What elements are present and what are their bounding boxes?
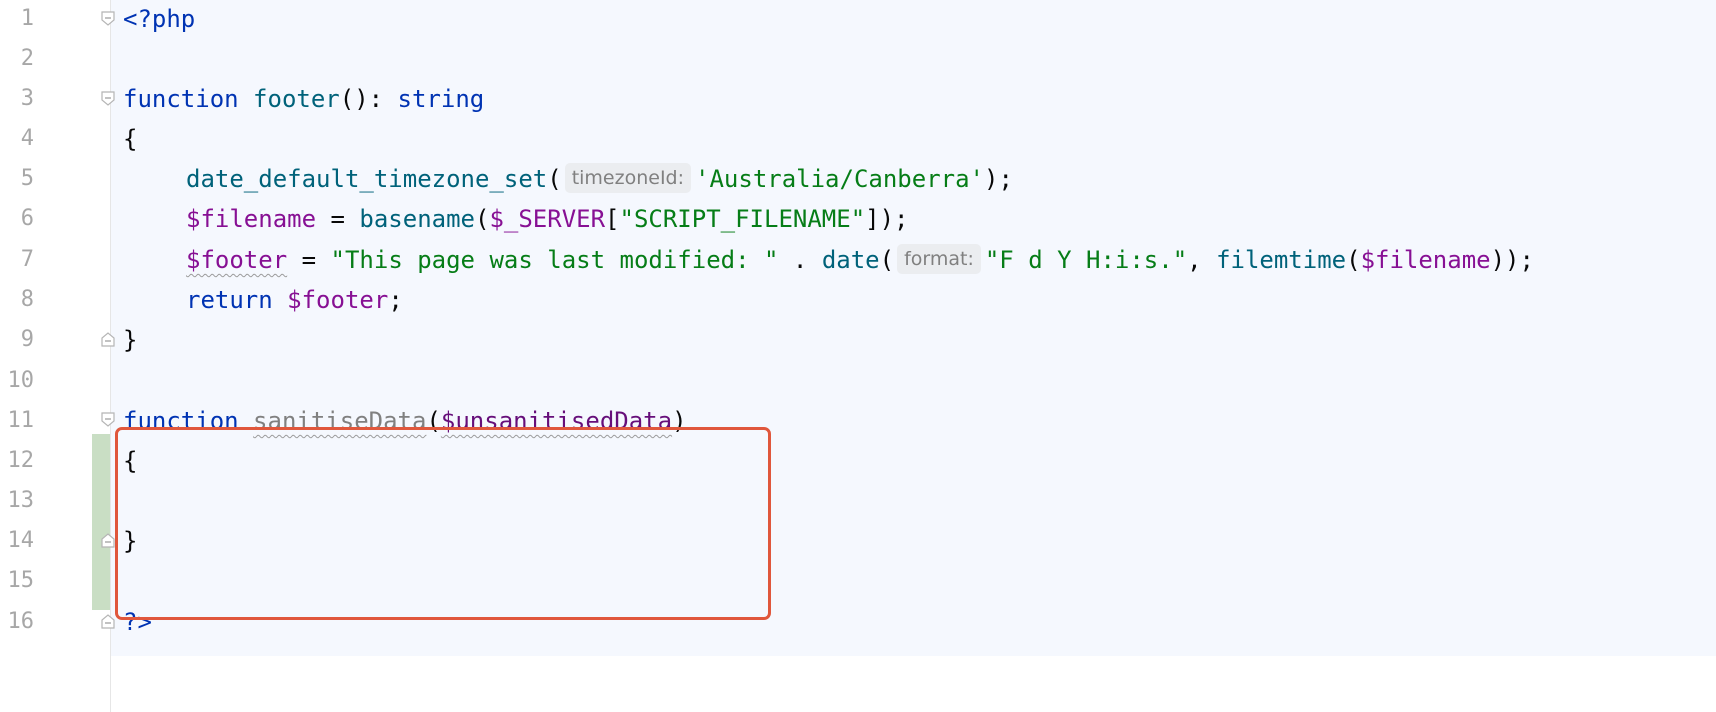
code-line-9[interactable]: } <box>123 318 137 362</box>
editor-bottom-area <box>111 656 1716 712</box>
variable: $filename <box>186 205 317 233</box>
line-number: 1 <box>20 6 34 31</box>
punctuation: (): <box>339 85 398 113</box>
string-literal: "SCRIPT_FILENAME" <box>619 205 866 233</box>
line-number: 3 <box>20 86 34 111</box>
line-number: 15 <box>7 568 35 593</box>
superglobal: $_SERVER <box>489 205 606 233</box>
function-name: footer <box>253 85 340 113</box>
string-literal: "This page was last modified: " <box>330 246 779 274</box>
operator: = <box>287 246 331 274</box>
punctuation: , <box>1187 246 1217 274</box>
line-number: 16 <box>7 609 35 634</box>
punctuation: )); <box>1490 246 1534 274</box>
variable: $footer <box>287 286 389 314</box>
code-line-8[interactable]: return $footer; <box>186 278 403 322</box>
fold-open-icon[interactable] <box>101 91 115 107</box>
parameter-hint: timezoneId: <box>564 163 692 193</box>
vcs-change-marker[interactable] <box>92 434 110 610</box>
punctuation: [ <box>605 205 620 233</box>
fold-close-icon[interactable] <box>101 331 115 347</box>
highlight-annotation-box <box>115 427 771 620</box>
php-open-tag: <?php <box>123 5 196 33</box>
string-literal: "F d Y H:i:s." <box>984 246 1188 274</box>
function-call: basename <box>359 205 475 233</box>
line-number: 2 <box>20 46 34 71</box>
brace: } <box>123 326 138 354</box>
line-number: 7 <box>20 247 34 272</box>
punctuation: ; <box>388 286 403 314</box>
variable: $filename <box>1360 246 1491 274</box>
keyword-return: return <box>186 286 273 314</box>
operator: = <box>316 205 360 233</box>
punctuation: ( <box>475 205 490 233</box>
code-editor[interactable]: 1 2 3 4 5 6 7 8 9 10 11 12 13 14 15 16 <… <box>0 0 1716 712</box>
code-line-7[interactable]: $footer = "This page was last modified: … <box>186 238 1534 282</box>
punctuation: ( <box>547 165 562 193</box>
line-number: 11 <box>7 408 35 433</box>
line-number: 9 <box>20 327 34 352</box>
line-number: 14 <box>7 528 35 553</box>
code-line-6[interactable]: $filename = basename($_SERVER["SCRIPT_FI… <box>186 197 909 241</box>
line-number: 8 <box>20 287 34 312</box>
code-line-5[interactable]: date_default_timezone_set(timezoneId: 'Au… <box>186 157 1013 201</box>
keyword-function: function <box>123 85 239 113</box>
brace: { <box>123 125 138 153</box>
line-number: 12 <box>7 448 35 473</box>
variable: $footer <box>186 246 288 274</box>
return-type: string <box>397 85 485 113</box>
function-call: date_default_timezone_set <box>186 165 548 193</box>
punctuation: ]); <box>865 205 909 233</box>
line-number: 10 <box>7 368 35 393</box>
fold-close-icon[interactable] <box>101 613 115 629</box>
code-line-1[interactable]: <?php <box>123 0 195 41</box>
line-number: 5 <box>20 166 34 191</box>
fold-close-icon[interactable] <box>101 532 115 548</box>
string-literal: 'Australia/Canberra' <box>695 165 984 193</box>
line-number: 6 <box>20 206 34 231</box>
line-number: 13 <box>7 488 35 513</box>
punctuation: ( <box>1346 246 1361 274</box>
code-line-4[interactable]: { <box>123 117 137 161</box>
code-line-3[interactable]: function footer(): string <box>123 77 484 121</box>
fold-open-icon[interactable] <box>101 412 115 428</box>
punctuation: ); <box>984 165 1013 193</box>
function-call: filemtime <box>1216 246 1347 274</box>
punctuation: ( <box>879 246 895 274</box>
line-number: 4 <box>20 126 34 151</box>
parameter-hint: format: <box>897 244 981 274</box>
fold-open-icon[interactable] <box>101 11 115 27</box>
operator: . <box>778 246 822 274</box>
function-call: date <box>821 246 880 274</box>
